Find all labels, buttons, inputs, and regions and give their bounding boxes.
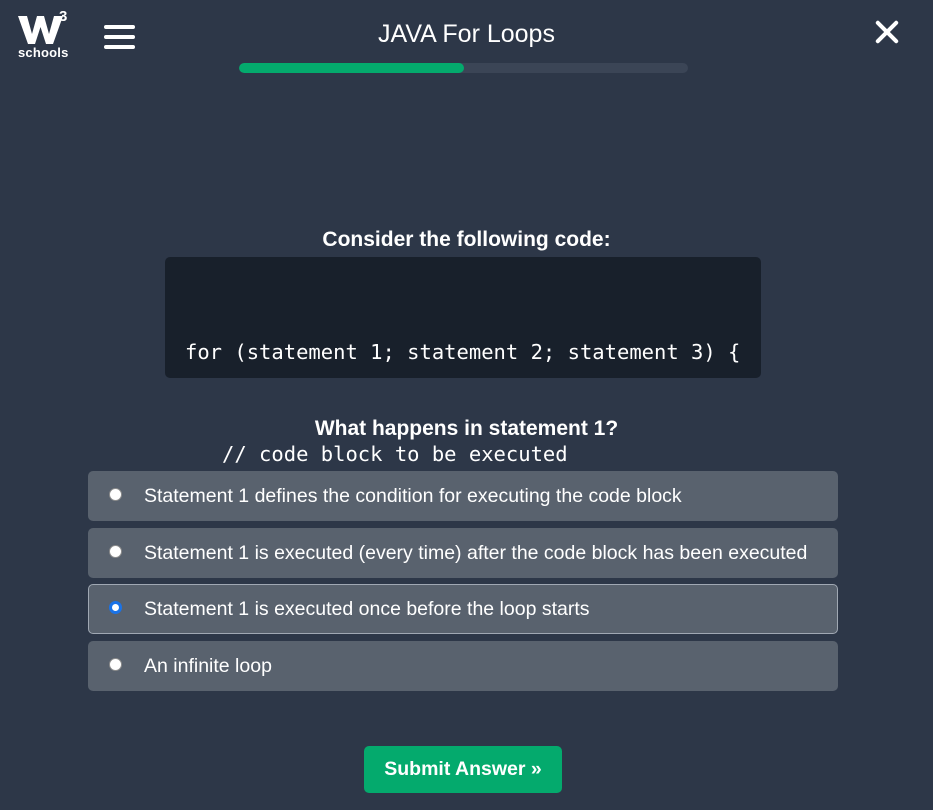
radio-button[interactable] [109,544,122,558]
answer-option[interactable]: Statement 1 is executed (every time) aft… [88,527,838,578]
radio-button[interactable] [109,657,122,671]
answer-options: Statement 1 defines the condition for ex… [88,471,838,697]
progress-bar-fill [239,63,464,73]
answer-option-label: Statement 1 defines the condition for ex… [144,485,682,507]
answer-option[interactable]: Statement 1 is executed once before the … [88,584,838,634]
question-text: What happens in statement 1? [314,417,619,440]
close-button[interactable] [872,17,902,47]
answer-option[interactable]: Statement 1 defines the condition for ex… [88,471,838,521]
answer-option-label: Statement 1 is executed (every time) aft… [144,541,808,564]
submit-answer-button[interactable]: Submit Answer » [364,746,562,793]
code-intro-text: Consider the following code: [322,228,611,251]
radio-button[interactable] [109,488,122,501]
progress-bar [239,63,688,73]
answer-option-label: Statement 1 is executed once before the … [144,598,590,620]
code-line: // code block to be executed [185,442,568,466]
radio-button[interactable] [109,601,122,614]
answer-option-label: An infinite loop [144,654,272,677]
page-title: JAVA For Loops [378,20,555,48]
code-line: for (statement 1; statement 2; statement… [185,340,741,364]
code-block: for (statement 1; statement 2; statement… [165,257,761,568]
answer-option[interactable]: An infinite loop [88,640,838,691]
